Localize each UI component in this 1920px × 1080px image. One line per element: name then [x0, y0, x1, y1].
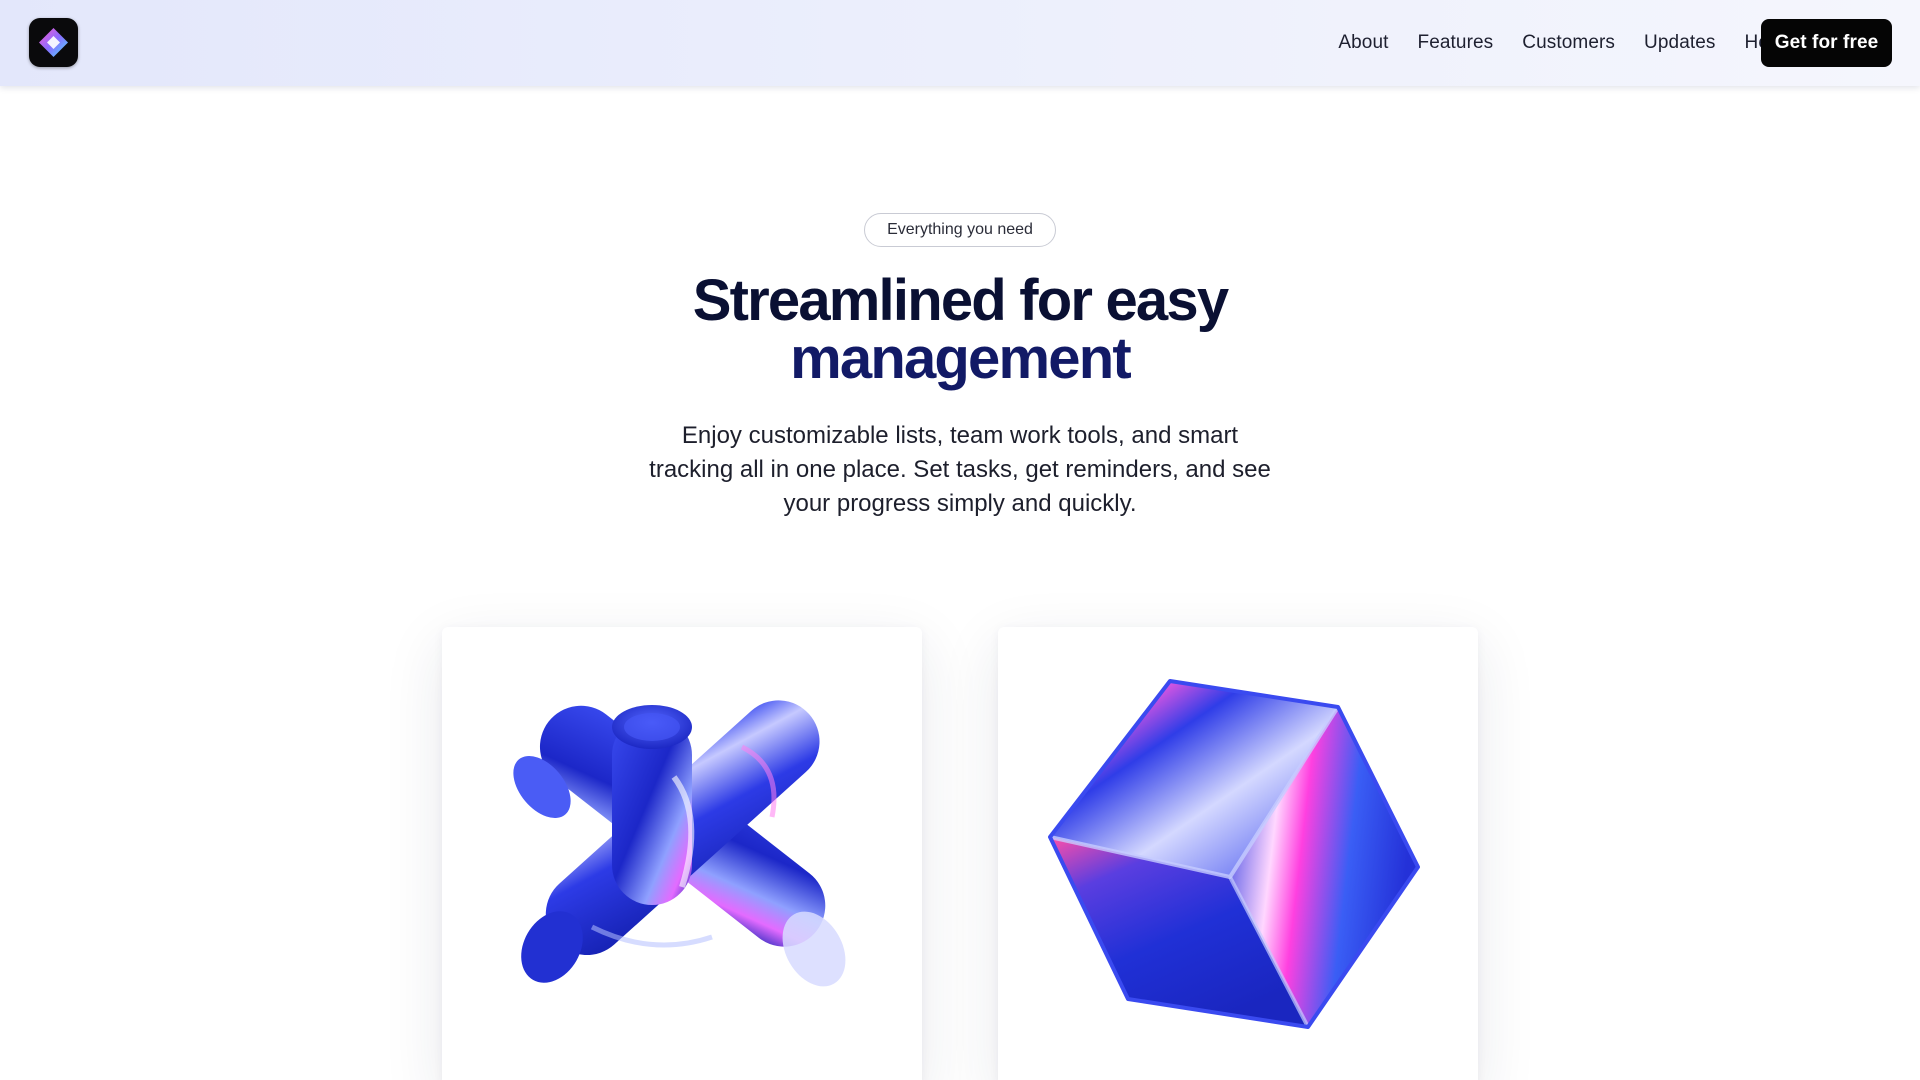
nav-link-features[interactable]: Features	[1418, 32, 1494, 54]
logo-diamond-icon	[39, 28, 68, 57]
section-badge: Everything you need	[864, 213, 1056, 247]
page-title-line-2: management	[790, 326, 1132, 391]
top-navigation-bar: About Features Customers Updates Help Ge…	[0, 0, 1920, 86]
app-logo[interactable]	[29, 18, 78, 67]
hero-description: Enjoy customizable lists, team work tool…	[649, 422, 1271, 517]
feature-card-cube	[998, 627, 1478, 1080]
cube-shape-icon	[1048, 679, 1420, 1029]
page-title: Streamlined for easy management	[560, 272, 1360, 388]
feature-card-cross	[442, 627, 922, 1080]
nav-link-customers[interactable]: Customers	[1522, 32, 1615, 54]
page-title-line-1: Streamlined for easy	[692, 268, 1229, 333]
get-for-free-button[interactable]: Get for free	[1761, 19, 1892, 67]
nav-link-updates[interactable]: Updates	[1644, 32, 1715, 54]
main-nav: About Features Customers Updates Help	[1338, 0, 1784, 86]
cross-shape-icon	[513, 700, 846, 987]
nav-link-about[interactable]: About	[1338, 32, 1388, 54]
